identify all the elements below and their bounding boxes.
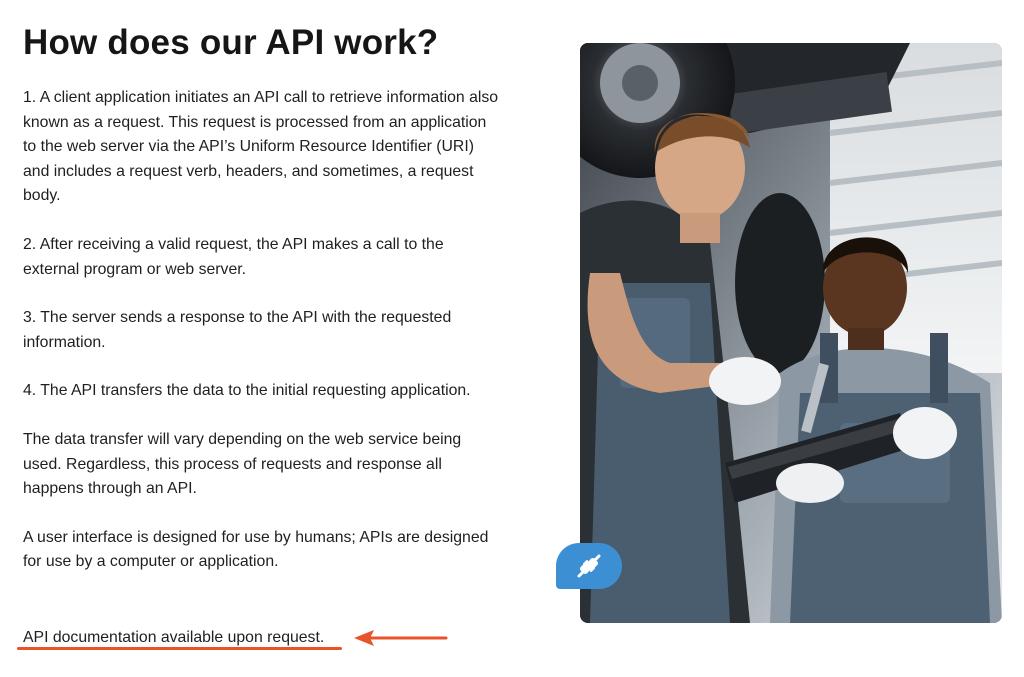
paragraph-user-interface: A user interface is designed for use by … [23,528,489,571]
article-content: How does our API work? 1. A client appli… [23,22,503,599]
mechanics-photo [580,43,1002,623]
paragraph-step-4: 4. The API transfers the data to the ini… [23,382,471,400]
page: How does our API work? 1. A client appli… [0,0,1024,677]
plug-badge [556,543,622,589]
paragraph-step-1: 1. A client application initiates an API… [23,89,499,205]
paragraph-step-3: 3. The server sends a response to the AP… [23,309,452,351]
annotation-underline [17,647,342,650]
plug-icon [577,554,601,578]
page-title: How does our API work? [23,23,439,62]
documentation-note: API documentation available upon request… [23,629,325,646]
paragraph-step-2: 2. After receiving a valid request, the … [23,235,444,278]
arrow-left-icon [354,630,448,646]
paragraph-data-transfer: The data transfer will vary depending on… [23,430,462,498]
